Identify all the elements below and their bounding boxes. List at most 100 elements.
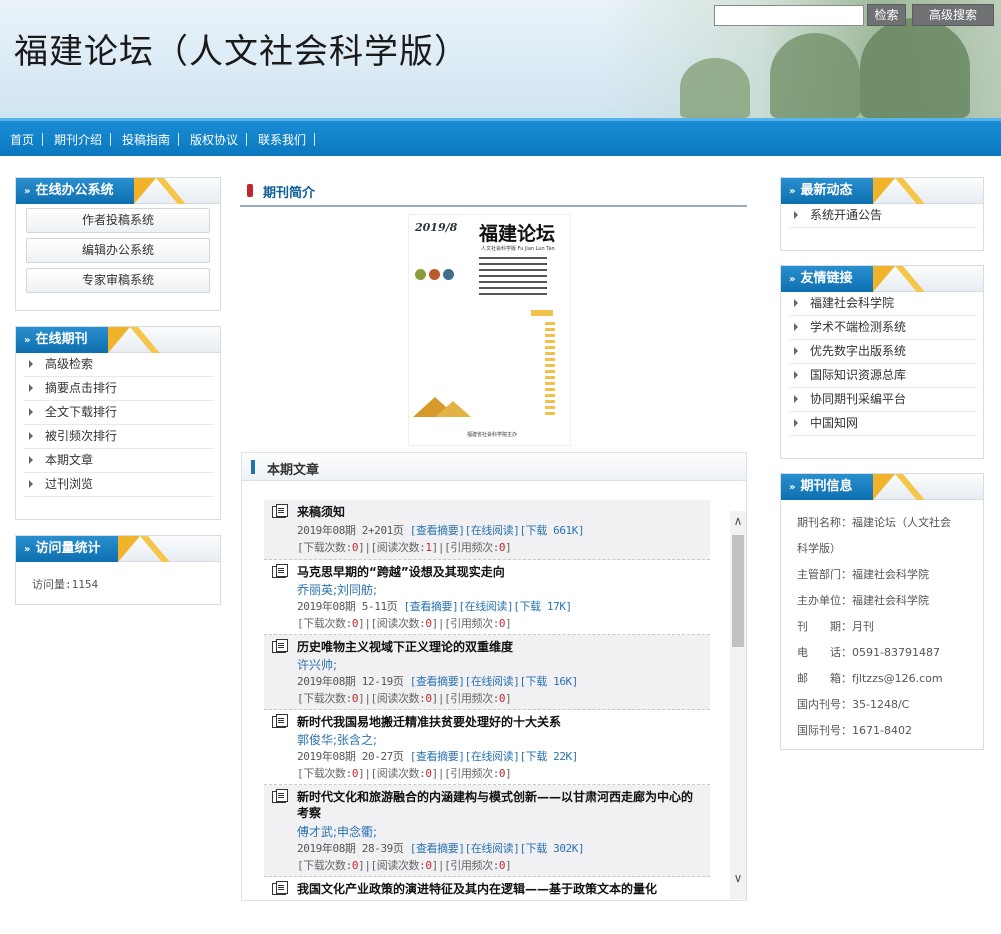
article-authors[interactable]: 许兴帅; [297,656,337,673]
bullet-icon [794,395,798,403]
editor-office-button[interactable]: 编辑办公系统 [26,238,210,263]
article-stats: [下载次数:0]|[阅读次数:0]|[引用频次:0] [297,690,512,706]
journal-item-current-issue[interactable]: 本期文章 [24,449,214,473]
read-online-link[interactable]: [在线阅读] [465,750,520,763]
download-link[interactable]: [下载 17K] [513,600,572,613]
panel-title-text: 访问量统计 [35,541,101,556]
nav-copyright[interactable]: 版权协议 [190,131,238,148]
journal-item-download-rank[interactable]: 全文下载排行 [24,401,214,425]
stats-end: ] [505,692,512,705]
cites-label: ]|[引用频次: [431,541,500,554]
article-authors[interactable]: 郭俊华;张含之; [297,731,377,748]
expert-review-button[interactable]: 专家审稿系统 [26,268,210,293]
article-issue: 2019年08期 [297,750,356,763]
view-abstract-link[interactable]: [查看摘要] [410,675,465,688]
article-title[interactable]: 马克思早期的“跨越”设想及其现实走向 [297,564,702,580]
downloads-label: [下载次数: [297,541,352,554]
list-item-label: 全文下载排行 [45,405,118,419]
journal-item-abstract-rank[interactable]: 摘要点击排行 [24,377,214,401]
nav-separator [178,133,179,146]
read-online-link[interactable]: [在线阅读] [465,524,520,537]
downloads-label: [下载次数: [297,617,352,630]
stats-end: ] [505,767,512,780]
intro-title: 期刊简介 [263,186,316,201]
article-title[interactable]: 新时代文化和旅游融合的内涵建构与模式创新——以甘肃河西走廊为中心的考察 [297,789,702,821]
info-phone: 电 话：0591-83791487 [797,646,940,659]
article-authors[interactable]: 傅才武;申念衢; [297,823,377,840]
article-item: 马克思早期的“跨越”设想及其现实走向 乔丽英;刘同舫; 2019年08期 5-1… [264,560,710,635]
double-arrow-icon: » [789,274,796,285]
search-input[interactable] [714,5,864,26]
article-authors[interactable]: 乔丽英;刘同舫; [297,581,377,598]
link-item[interactable]: 国际知识资源总库 [789,364,977,388]
download-link[interactable]: [下载 22K] [519,750,578,763]
info-email: 邮 箱：fjltzzs@126.com [797,672,943,685]
view-abstract-link[interactable]: [查看摘要] [410,750,465,763]
nav-submission-guide[interactable]: 投稿指南 [122,131,170,148]
downloads-label: [下载次数: [297,692,352,705]
news-item[interactable]: 系统开通公告 [789,204,977,228]
article-title[interactable]: 我国文化产业政策的演进特征及其内在逻辑——基于政策文本的量化 [297,881,702,897]
tree-decoration [680,58,750,118]
panel-header: » 在线办公系统 [16,178,220,204]
info-journal-name: 期刊名称：福建论坛（人文社会 [797,516,951,529]
article-title[interactable]: 新时代我国易地搬迁精准扶贫要处理好的十大关系 [297,714,702,730]
cites-label: ]|[引用频次: [431,767,500,780]
cover-decoration [545,320,555,415]
cites-label: ]|[引用频次: [431,859,500,872]
download-link[interactable]: [下载 302K] [519,842,584,855]
double-arrow-icon: » [24,544,31,555]
bullet-icon [29,456,33,464]
article-stats: [下载次数:0]|[阅读次数:0]|[引用频次:0] [297,615,512,631]
office-panel: » 在线办公系统 作者投稿系统 编辑办公系统 专家审稿系统 [15,177,221,311]
read-online-link[interactable]: [在线阅读] [458,600,513,613]
article-pages: 2+201页 [361,524,404,537]
link-item[interactable]: 学术不端检测系统 [789,316,977,340]
list-item-label: 国际知识资源总库 [810,368,907,382]
journal-item-past-issues[interactable]: 过刊浏览 [24,473,214,497]
articles-title: 本期文章 [267,463,320,478]
journal-item-advanced-search[interactable]: 高级检索 [24,353,214,377]
stats-end: ] [505,617,512,630]
journal-cover-image[interactable]: 2019/8 福建论坛 人文社会科学版 Fu Jian Lun Tan 福建省社… [408,214,571,446]
read-online-link[interactable]: [在线阅读] [465,675,520,688]
bullet-icon [29,432,33,440]
panel-title: » 在线办公系统 [16,178,186,204]
journal-item-citation-rank[interactable]: 被引频次排行 [24,425,214,449]
nav-journal-intro[interactable]: 期刊介绍 [54,131,102,148]
search-button[interactable]: 检索 [867,4,906,26]
site-header: 福建论坛（人文社会科学版） 检索 高级搜索 [0,0,1001,118]
list-item-label: 协同期刊采编平台 [810,392,907,406]
article-issue: 2019年08期 [297,524,356,537]
scroll-down-icon[interactable]: ∨ [730,870,746,886]
link-item[interactable]: 优先数字出版系统 [789,340,977,364]
link-item[interactable]: 协同期刊采编平台 [789,388,977,412]
article-title[interactable]: 来稿须知 [297,504,702,520]
download-link[interactable]: [下载 16K] [519,675,578,688]
download-link[interactable]: [下载 661K] [519,524,584,537]
site-title: 福建论坛（人文社会科学版） [14,32,469,72]
cover-title: 福建论坛 [479,223,556,245]
panel-title: » 友情链接 [781,266,925,292]
panel-title-text: 最新动态 [800,183,853,198]
advanced-search-button[interactable]: 高级搜索 [912,4,994,26]
article-title[interactable]: 历史唯物主义视域下正义理论的双重维度 [297,639,702,655]
view-abstract-link[interactable]: [查看摘要] [410,524,465,537]
nav-contact[interactable]: 联系我们 [258,131,306,148]
link-item[interactable]: 福建社会科学院 [789,292,977,316]
article-pages: 20-27页 [361,750,404,763]
scroll-up-icon[interactable]: ∧ [730,513,746,529]
author-submission-button[interactable]: 作者投稿系统 [26,208,210,233]
nav-home[interactable]: 首页 [10,131,34,148]
double-arrow-icon: » [24,186,31,197]
link-item[interactable]: 中国知网 [789,412,977,436]
downloads-label: [下载次数: [297,859,352,872]
cites-label: ]|[引用频次: [431,692,500,705]
view-abstract-link[interactable]: [查看摘要] [404,600,459,613]
scrollbar-thumb[interactable] [732,535,744,647]
document-icon [272,714,288,728]
view-abstract-link[interactable]: [查看摘要] [410,842,465,855]
article-stats: [下载次数:0]|[阅读次数:1]|[引用频次:0] [297,539,512,555]
read-online-link[interactable]: [在线阅读] [465,842,520,855]
list-item-label: 被引频次排行 [45,429,118,443]
